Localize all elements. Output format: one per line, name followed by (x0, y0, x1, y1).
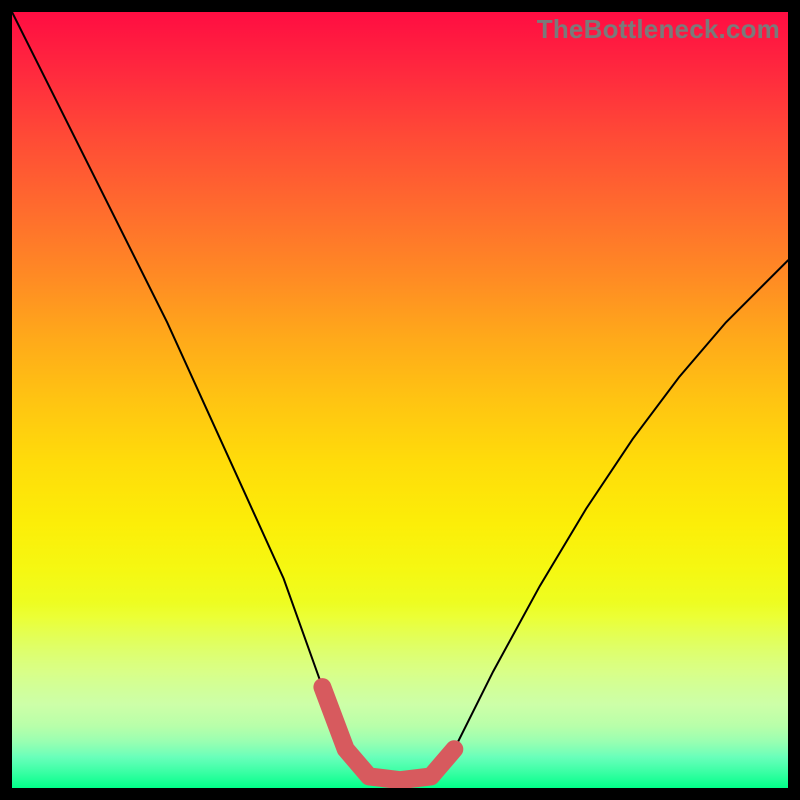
bottleneck-curve (12, 12, 788, 780)
curve-layer (12, 12, 788, 788)
optimal-band-highlight (322, 687, 454, 780)
chart-frame: TheBottleneck.com (0, 0, 800, 800)
plot-area (12, 12, 788, 788)
watermark-text: TheBottleneck.com (537, 14, 780, 45)
